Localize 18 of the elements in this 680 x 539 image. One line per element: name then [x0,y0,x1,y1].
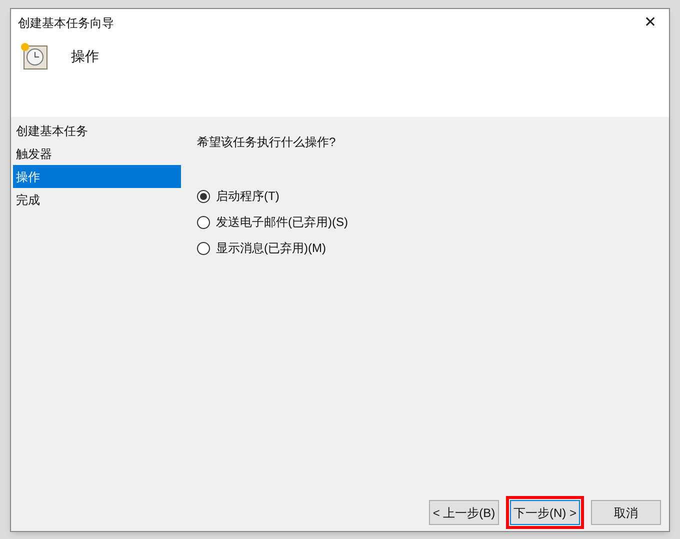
close-button[interactable]: ✕ [640,12,661,34]
wizard-button[interactable]: 取消 [591,500,661,525]
wizard-step[interactable]: 操作 [13,165,181,188]
radio-option[interactable]: 显示消息(已弃用)(M) [197,239,669,257]
question-text: 希望该任务执行什么操作? [197,134,337,151]
wizard-button[interactable]: < 上一步(B) [429,500,499,525]
radio-icon[interactable] [197,190,210,202]
wizard-button[interactable]: 下一步(N) > [510,500,580,525]
radio-icon[interactable] [197,242,210,254]
radio-icon[interactable] [197,216,210,228]
page-heading: 操作 [71,46,99,66]
wizard-step[interactable]: 完成 [13,188,181,211]
window-title: 创建基本任务向导 [18,15,114,32]
wizard-step[interactable]: 触发器 [13,142,181,165]
radio-option[interactable]: 发送电子邮件(已弃用)(S) [197,213,669,231]
radio-option[interactable]: 启动程序(T) [197,187,669,205]
clock-task-icon [19,41,49,71]
wizard-step[interactable]: 创建基本任务 [13,119,181,142]
